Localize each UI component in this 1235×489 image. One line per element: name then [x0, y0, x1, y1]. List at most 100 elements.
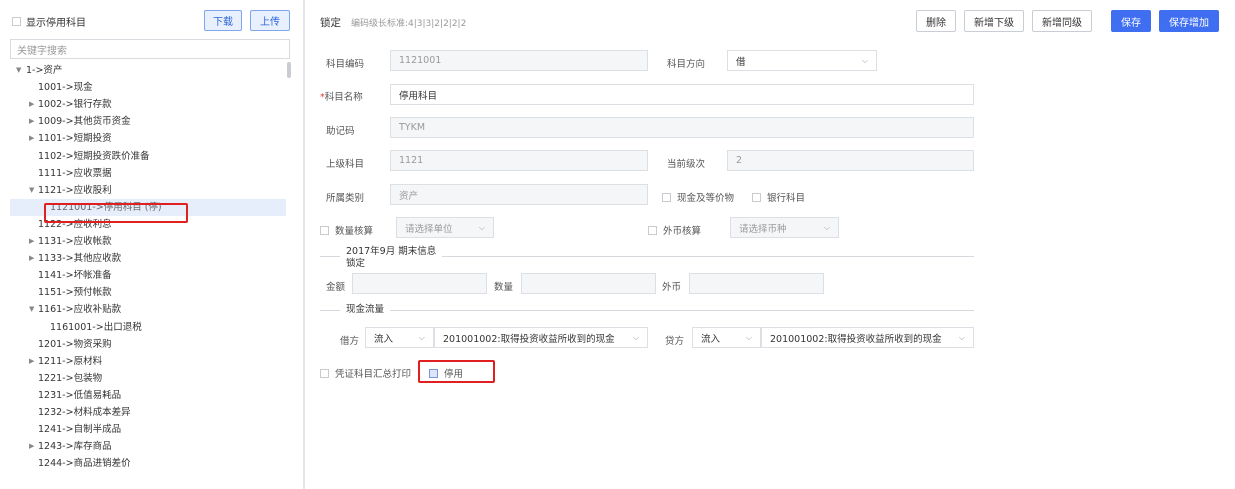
- debit-label: 借方: [340, 336, 360, 347]
- caret-right-icon[interactable]: ▶: [29, 96, 34, 113]
- amount-field: [352, 273, 487, 294]
- tree-scrollbar[interactable]: [287, 62, 291, 78]
- foreign-currency-label: 外币核算: [663, 226, 702, 237]
- currency-select[interactable]: 请选择币种 ⌵: [730, 217, 839, 238]
- lock-status-title: 锁定: [320, 17, 341, 29]
- caret-right-icon[interactable]: ▶: [29, 233, 34, 250]
- currency-placeholder: 请选择币种: [739, 223, 787, 235]
- cash-equivalent-box[interactable]: [662, 192, 671, 202]
- parent-label: 上级科目: [326, 159, 365, 170]
- tree-node[interactable]: ▶ 1009->其他货币资金: [10, 113, 286, 130]
- tree-node[interactable]: 1001->现金: [10, 79, 286, 96]
- delete-button[interactable]: 删除: [916, 10, 956, 32]
- debit-direction-select[interactable]: 流入 ⌵: [365, 327, 434, 348]
- tree-node[interactable]: 1111->应收票据: [10, 165, 286, 182]
- tree-node-label: 1231->低值易耗品: [38, 389, 122, 401]
- tree-node-label: 1122->应收利息: [38, 218, 112, 230]
- code-field: 1121001: [390, 50, 648, 71]
- caret-down-icon[interactable]: ▼: [29, 301, 34, 318]
- tree-node-label: 1241->自制半成品: [38, 424, 122, 436]
- caret-right-icon[interactable]: ▶: [29, 353, 34, 370]
- foreign-currency-checkbox[interactable]: 外币核算: [648, 223, 701, 237]
- chevron-down-icon: ⌵: [745, 332, 752, 342]
- caret-down-icon[interactable]: ▼: [29, 182, 34, 199]
- foreign-currency-box[interactable]: [648, 225, 657, 235]
- caret-right-icon[interactable]: ▶: [29, 130, 34, 147]
- tree-node[interactable]: 1151->预付帐款: [10, 284, 286, 301]
- credit-label: 贷方: [665, 336, 685, 347]
- quantity-field: [521, 273, 656, 294]
- search-input[interactable]: 关键字搜索: [10, 39, 290, 59]
- name-label: *科目名称: [320, 92, 363, 103]
- tree-node[interactable]: 1161001->出口退税: [10, 319, 286, 336]
- name-input[interactable]: 停用科目: [390, 84, 974, 105]
- disabled-box[interactable]: [429, 368, 438, 378]
- amount-label: 金额: [326, 282, 346, 293]
- unit-placeholder: 请选择单位: [405, 223, 453, 235]
- bank-account-checkbox[interactable]: 银行科目: [752, 190, 805, 204]
- quantity-label: 数量: [494, 282, 514, 293]
- show-disabled-toggle[interactable]: 显示停用科目: [12, 14, 86, 29]
- tree-node[interactable]: 1232->材料成本差异: [10, 404, 286, 421]
- cash-equivalent-checkbox[interactable]: 现金及等价物: [662, 190, 734, 204]
- tree-node[interactable]: 1201->物资采购: [10, 336, 286, 353]
- direction-select[interactable]: 借 ⌵: [727, 50, 877, 71]
- tree-node[interactable]: 1141->坏帐准备: [10, 267, 286, 284]
- tree-node[interactable]: ▼ 1->资产: [10, 62, 286, 79]
- tree-node-label: 1211->原材料: [38, 355, 103, 367]
- tree-node[interactable]: ▶ 1133->其他应收款: [10, 250, 286, 267]
- tree-node[interactable]: ▶ 1101->短期投资: [10, 130, 286, 147]
- tree-node[interactable]: 1102->短期投资跌价准备: [10, 148, 286, 165]
- tree-node[interactable]: 1231->低值易耗品: [10, 387, 286, 404]
- show-disabled-label: 显示停用科目: [26, 18, 86, 29]
- chevron-down-icon: ⌵: [478, 222, 485, 232]
- credit-item-select[interactable]: 201001002:取得投资收益所收到的现金 ⌵: [761, 327, 974, 348]
- category-field: 资产: [390, 184, 648, 205]
- add-sibling-button[interactable]: 新增同级: [1032, 10, 1092, 32]
- caret-right-icon[interactable]: ▶: [29, 250, 34, 267]
- tree-node[interactable]: 1122->应收利息: [10, 216, 286, 233]
- voucher-summary-print-label: 凭证科目汇总打印: [335, 369, 412, 380]
- download-button[interactable]: 下载: [204, 10, 242, 31]
- show-disabled-checkbox[interactable]: [12, 17, 21, 26]
- quantity-accounting-checkbox[interactable]: 数量核算: [320, 223, 373, 237]
- credit-direction-select[interactable]: 流入 ⌵: [692, 327, 761, 348]
- parent-field: 1121: [390, 150, 648, 171]
- code-label: 科目编码: [326, 59, 365, 70]
- tree-node[interactable]: ▶ 1131->应收帐款: [10, 233, 286, 250]
- bank-account-box[interactable]: [752, 192, 761, 202]
- tree-node-label: 1->资产: [26, 65, 63, 76]
- tree-node[interactable]: 1221->包装物: [10, 370, 286, 387]
- save-button[interactable]: 保存: [1111, 10, 1151, 32]
- cashflow-section-divider: [320, 310, 974, 311]
- tree-node[interactable]: 1244->商品进销差价: [10, 455, 286, 472]
- upload-button[interactable]: 上传: [250, 10, 290, 31]
- tree-node[interactable]: 1121001->停用科目 (停): [10, 198, 286, 216]
- account-tree-panel: 显示停用科目 下载 上传 关键字搜索 ▼ 1->资产 1001->现金 ▶ 1002->…: [0, 0, 300, 489]
- debit-item-select[interactable]: 201001002:取得投资收益所收到的现金 ⌵: [434, 327, 648, 348]
- tree-node[interactable]: ▼ 1161->应收补贴款: [10, 301, 286, 318]
- caret-right-icon[interactable]: ▶: [29, 113, 34, 130]
- tree-node[interactable]: ▶ 1211->原材料: [10, 353, 286, 370]
- panel-splitter[interactable]: [303, 0, 305, 489]
- debit-direction-value: 流入: [374, 333, 394, 345]
- caret-right-icon[interactable]: ▶: [29, 438, 34, 455]
- unit-select[interactable]: 请选择单位 ⌵: [396, 217, 494, 238]
- tree-node[interactable]: 1241->自制半成品: [10, 421, 286, 438]
- voucher-summary-print-box[interactable]: [320, 368, 329, 378]
- voucher-summary-print-checkbox[interactable]: 凭证科目汇总打印: [320, 366, 411, 380]
- quantity-accounting-box[interactable]: [320, 225, 329, 235]
- direction-label: 科目方向: [667, 59, 706, 70]
- save-and-add-button[interactable]: 保存增加: [1159, 10, 1219, 32]
- add-child-button[interactable]: 新增下级: [964, 10, 1024, 32]
- account-detail-panel: 锁定 编码级长标准:4|3|3|2|2|2|2 删除 新增下级 新增同级 保存 …: [306, 0, 1235, 489]
- disabled-checkbox[interactable]: 停用: [429, 366, 463, 380]
- tree-node[interactable]: ▼ 1121->应收股利: [10, 182, 286, 199]
- tree-node[interactable]: ▶ 1243->库存商品: [10, 438, 286, 455]
- tree-node[interactable]: ▶ 1002->银行存款: [10, 96, 286, 113]
- credit-item-value: 201001002:取得投资收益所收到的现金: [770, 333, 942, 345]
- tree-node-label: 1244->商品进销差价: [38, 458, 131, 470]
- quantity-accounting-label: 数量核算: [335, 226, 374, 237]
- level-label: 当前级次: [667, 159, 706, 170]
- caret-down-icon[interactable]: ▼: [16, 62, 21, 79]
